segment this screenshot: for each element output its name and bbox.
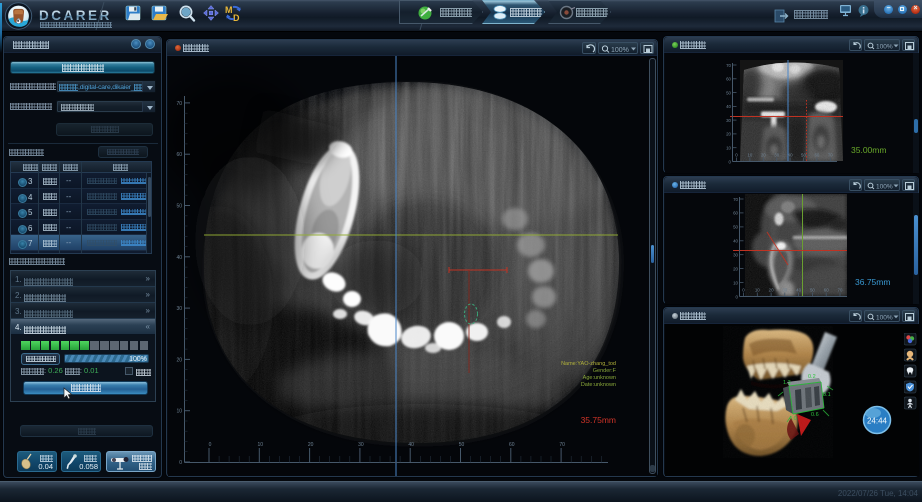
svg-text:20: 20 — [761, 153, 766, 158]
svg-text:50: 50 — [176, 204, 182, 210]
svg-text:70: 70 — [828, 153, 833, 158]
svg-text:60: 60 — [726, 77, 731, 82]
svg-text:10: 10 — [258, 442, 264, 448]
svg-text:10: 10 — [747, 153, 752, 158]
svg-text:60: 60 — [824, 288, 829, 293]
svg-text:0: 0 — [729, 159, 732, 164]
svg-text:10: 10 — [726, 146, 731, 151]
svg-text:30: 30 — [176, 306, 182, 312]
svg-text:40: 40 — [408, 442, 414, 448]
svg-text:0: 0 — [735, 153, 738, 158]
svg-text:20: 20 — [308, 442, 314, 448]
svg-text:30: 30 — [726, 118, 731, 123]
svg-text:20: 20 — [176, 357, 182, 363]
svg-text:10: 10 — [176, 409, 182, 415]
svg-text:10: 10 — [755, 288, 760, 293]
svg-text:70: 70 — [176, 101, 182, 107]
svg-text:Gender:F: Gender:F — [593, 368, 617, 374]
svg-text:60: 60 — [814, 153, 819, 158]
svg-text:100%: 100% — [876, 184, 893, 191]
svg-text:35.75mm: 35.75mm — [581, 415, 616, 425]
svg-text:40: 40 — [176, 255, 182, 261]
svg-text:36.75mm: 36.75mm — [855, 277, 890, 287]
svg-text:40: 40 — [733, 239, 738, 244]
svg-text:70: 70 — [838, 288, 843, 293]
svg-text:60: 60 — [733, 211, 738, 216]
svg-text:20: 20 — [726, 132, 731, 137]
svg-text:M: M — [225, 5, 233, 15]
svg-text:0: 0 — [736, 294, 739, 299]
svg-text:70: 70 — [726, 63, 731, 68]
svg-text:50: 50 — [810, 288, 815, 293]
svg-text:50: 50 — [733, 225, 738, 230]
svg-text:Date:unknown: Date:unknown — [581, 382, 616, 388]
svg-text:50: 50 — [459, 442, 465, 448]
svg-text:50: 50 — [801, 153, 806, 158]
svg-text:30: 30 — [733, 253, 738, 258]
svg-text:Age:unknown: Age:unknown — [583, 375, 616, 381]
svg-text:100%: 100% — [876, 315, 893, 322]
svg-text:DCARER: DCARER — [39, 8, 112, 23]
svg-text:40: 40 — [796, 288, 801, 293]
svg-text:10: 10 — [733, 280, 738, 285]
svg-text:Name:YAO-zhang_tod: Name:YAO-zhang_tod — [561, 361, 616, 367]
svg-text:30: 30 — [358, 442, 364, 448]
svg-text:50: 50 — [726, 90, 731, 95]
svg-text:20: 20 — [733, 266, 738, 271]
svg-text:30: 30 — [774, 153, 779, 158]
svg-text:40: 40 — [726, 104, 731, 109]
svg-text:24:44: 24:44 — [867, 417, 888, 426]
svg-text:30: 30 — [782, 288, 787, 293]
svg-text:70: 70 — [559, 442, 565, 448]
svg-text:0: 0 — [179, 460, 182, 466]
svg-text:70: 70 — [733, 197, 738, 202]
svg-text:0: 0 — [209, 442, 212, 448]
svg-text:20: 20 — [769, 288, 774, 293]
svg-text:40: 40 — [788, 153, 793, 158]
svg-text:35.00mm: 35.00mm — [851, 145, 886, 155]
svg-text:100%: 100% — [611, 47, 629, 54]
svg-text:60: 60 — [176, 152, 182, 158]
svg-text:0: 0 — [742, 288, 745, 293]
svg-text:D: D — [233, 13, 240, 23]
svg-text:100%: 100% — [876, 44, 893, 51]
svg-text:60: 60 — [509, 442, 515, 448]
